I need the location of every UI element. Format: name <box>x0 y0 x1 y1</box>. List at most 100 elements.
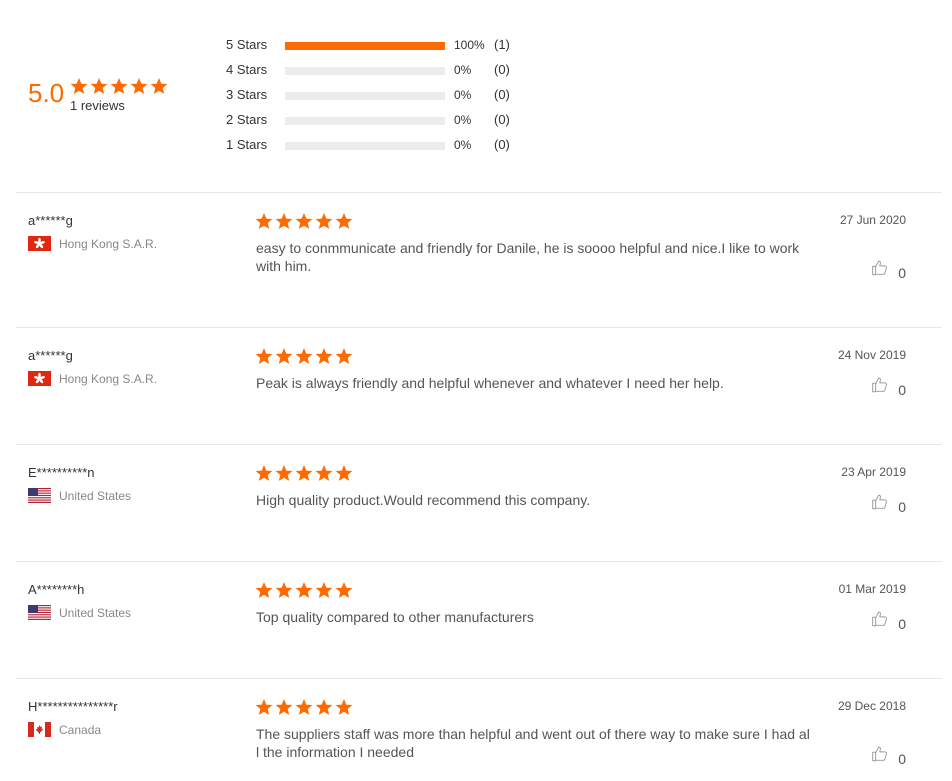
star-icon <box>70 78 88 100</box>
reviewer-name: a******g <box>28 348 73 363</box>
country-name: United States <box>59 488 132 503</box>
country-name: Hong Kong S.A.R. <box>59 371 158 386</box>
like-count: 0 <box>898 265 906 281</box>
review-count: 1 reviews <box>70 98 125 113</box>
star-icon <box>315 582 333 604</box>
breakdown-label: 4 Stars <box>226 62 268 77</box>
breakdown-bar <box>285 92 445 100</box>
review-date: 24 Nov 2019 <box>837 348 906 362</box>
star-icon <box>255 348 273 370</box>
like-button[interactable]: 0 <box>871 376 906 398</box>
star-icon <box>275 465 293 487</box>
reviewer-country: United States <box>28 605 131 620</box>
thumbs-up-icon[interactable] <box>871 493 888 515</box>
review-item: a******g Hong Kong S.A.R. Peak is always… <box>0 328 952 444</box>
star-icon <box>315 465 333 487</box>
star-icon <box>315 699 333 721</box>
breakdown-label: 1 Stars <box>226 137 268 152</box>
country-name: Hong Kong S.A.R. <box>59 236 158 251</box>
breakdown-percent: 0% <box>454 138 472 152</box>
breakdown-label: 5 Stars <box>226 37 268 52</box>
canada-flag-icon <box>28 722 51 737</box>
like-button[interactable]: 0 <box>871 259 906 281</box>
star-icon <box>255 465 273 487</box>
star-icon <box>275 582 293 604</box>
review-item: A********h United States Top quality com… <box>0 562 952 678</box>
star-icon <box>275 213 293 235</box>
average-score: 5.0 <box>28 78 65 108</box>
star-icon <box>335 465 353 487</box>
star-icon <box>295 582 313 604</box>
reviewer-name: A********h <box>28 582 85 597</box>
reviewer-country: Hong Kong S.A.R. <box>28 236 157 251</box>
hong-kong-flag-icon <box>28 371 51 386</box>
breakdown-count: (0) <box>494 87 510 102</box>
like-button[interactable]: 0 <box>871 745 906 767</box>
review-star-rating <box>255 699 353 721</box>
review-star-rating <box>255 348 353 370</box>
review-date: 23 Apr 2019 <box>841 465 906 479</box>
review-star-rating <box>255 213 353 235</box>
breakdown-count: (0) <box>494 112 510 127</box>
star-icon <box>315 213 333 235</box>
like-button[interactable]: 0 <box>871 610 906 632</box>
breakdown-count: (1) <box>494 37 510 52</box>
breakdown-label: 2 Stars <box>226 112 268 127</box>
review-text: High quality product.Would recommend thi… <box>256 492 591 508</box>
star-icon <box>315 348 333 370</box>
review-date: 27 Jun 2020 <box>839 213 906 227</box>
star-icon <box>275 699 293 721</box>
like-count: 0 <box>898 751 906 767</box>
star-icon <box>295 699 313 721</box>
star-icon <box>255 213 273 235</box>
thumbs-up-icon[interactable] <box>871 376 888 398</box>
breakdown-percent: 0% <box>454 63 472 77</box>
star-icon <box>335 348 353 370</box>
like-button[interactable]: 0 <box>871 493 906 515</box>
reviewer-name: a******g <box>28 213 73 228</box>
reviewer-name: H***************r <box>28 699 118 714</box>
star-icon <box>150 78 168 100</box>
reviewer-country: Hong Kong S.A.R. <box>28 371 157 386</box>
breakdown-percent: 100% <box>454 38 485 52</box>
rating-summary: 5.0 1 reviews 5 Stars 100% (1) 4 Stars 0… <box>0 0 952 192</box>
breakdown-bar <box>285 67 445 75</box>
review-text: easy to conmmunicate and friendly for Da… <box>256 240 800 274</box>
like-count: 0 <box>898 499 906 515</box>
breakdown-percent: 0% <box>454 113 472 127</box>
star-icon <box>90 78 108 100</box>
star-icon <box>110 78 128 100</box>
average-star-rating <box>70 78 168 100</box>
reviewer-country: Canada <box>28 722 101 737</box>
review-item: E**********n United States High quality … <box>0 445 952 561</box>
breakdown-count: (0) <box>494 137 510 152</box>
star-icon <box>255 699 273 721</box>
star-icon <box>295 348 313 370</box>
country-name: Canada <box>59 722 102 737</box>
star-icon <box>255 582 273 604</box>
star-icon <box>130 78 148 100</box>
country-name: United States <box>59 605 132 620</box>
reviewer-name: E**********n <box>28 465 95 480</box>
breakdown-count: (0) <box>494 62 510 77</box>
star-icon <box>295 465 313 487</box>
breakdown-bar <box>285 142 445 150</box>
star-icon <box>275 348 293 370</box>
review-item: H***************r Canada The suppliers s… <box>0 679 952 781</box>
breakdown-bar <box>285 42 445 50</box>
breakdown-bar-fill <box>285 42 445 50</box>
star-icon <box>295 213 313 235</box>
thumbs-up-icon[interactable] <box>871 745 888 767</box>
breakdown-bar <box>285 117 445 125</box>
review-text: Peak is always friendly and helpful when… <box>256 375 724 391</box>
review-text: Top quality compared to other manufactur… <box>256 609 534 625</box>
breakdown-percent: 0% <box>454 88 472 102</box>
thumbs-up-icon[interactable] <box>871 610 888 632</box>
review-date: 01 Mar 2019 <box>838 582 906 596</box>
review-text: The suppliers staff was more than helpfu… <box>256 726 810 760</box>
thumbs-up-icon[interactable] <box>871 259 888 281</box>
like-count: 0 <box>898 382 906 398</box>
review-item: a******g Hong Kong S.A.R. easy to conmmu… <box>0 193 952 327</box>
review-star-rating <box>255 465 353 487</box>
reviewer-country: United States <box>28 488 131 503</box>
